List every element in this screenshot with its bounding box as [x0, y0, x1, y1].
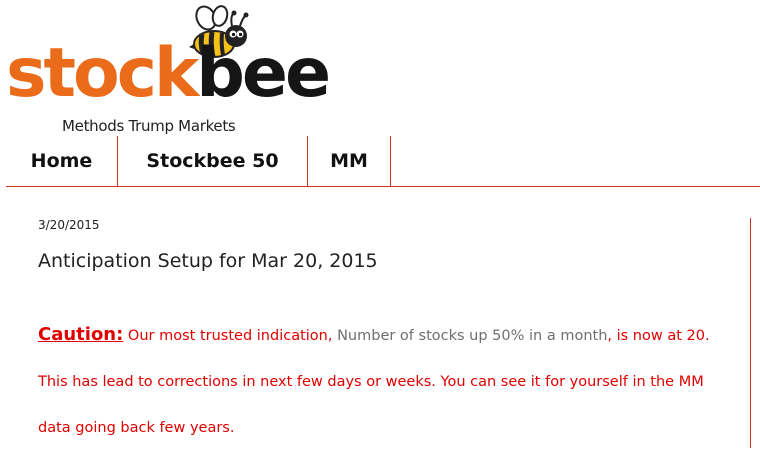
post-body: Caution: Our most trusted indication, Nu…	[38, 312, 738, 451]
post-date: 3/20/2015	[38, 218, 100, 232]
indicator-name: Number of stocks up 50% in a month	[337, 328, 608, 344]
stockbee-logo[interactable]: stockbee Methods Trump Markets	[0, 0, 331, 136]
caution-label: Caution:	[38, 324, 124, 345]
sidebar-divider	[750, 218, 751, 448]
logo-tagline: Methods Trump Markets	[62, 117, 236, 135]
main-nav: Home Stockbee 50 MM	[6, 136, 760, 187]
logo-word-stock: stock	[6, 34, 199, 113]
post-title[interactable]: Anticipation Setup for Mar 20, 2015	[38, 250, 378, 272]
nav-item-mm[interactable]: MM	[308, 136, 391, 186]
nav-item-stockbee-50[interactable]: Stockbee 50	[118, 136, 308, 186]
logo-word-bee: bee	[196, 34, 331, 113]
nav-item-home[interactable]: Home	[6, 136, 118, 186]
post-body-text-2: , is now at 20. This has lead to correct…	[38, 328, 710, 436]
logo-wordmark: stockbee	[6, 40, 331, 108]
post-body-text-1: Our most trusted indication,	[123, 328, 338, 344]
